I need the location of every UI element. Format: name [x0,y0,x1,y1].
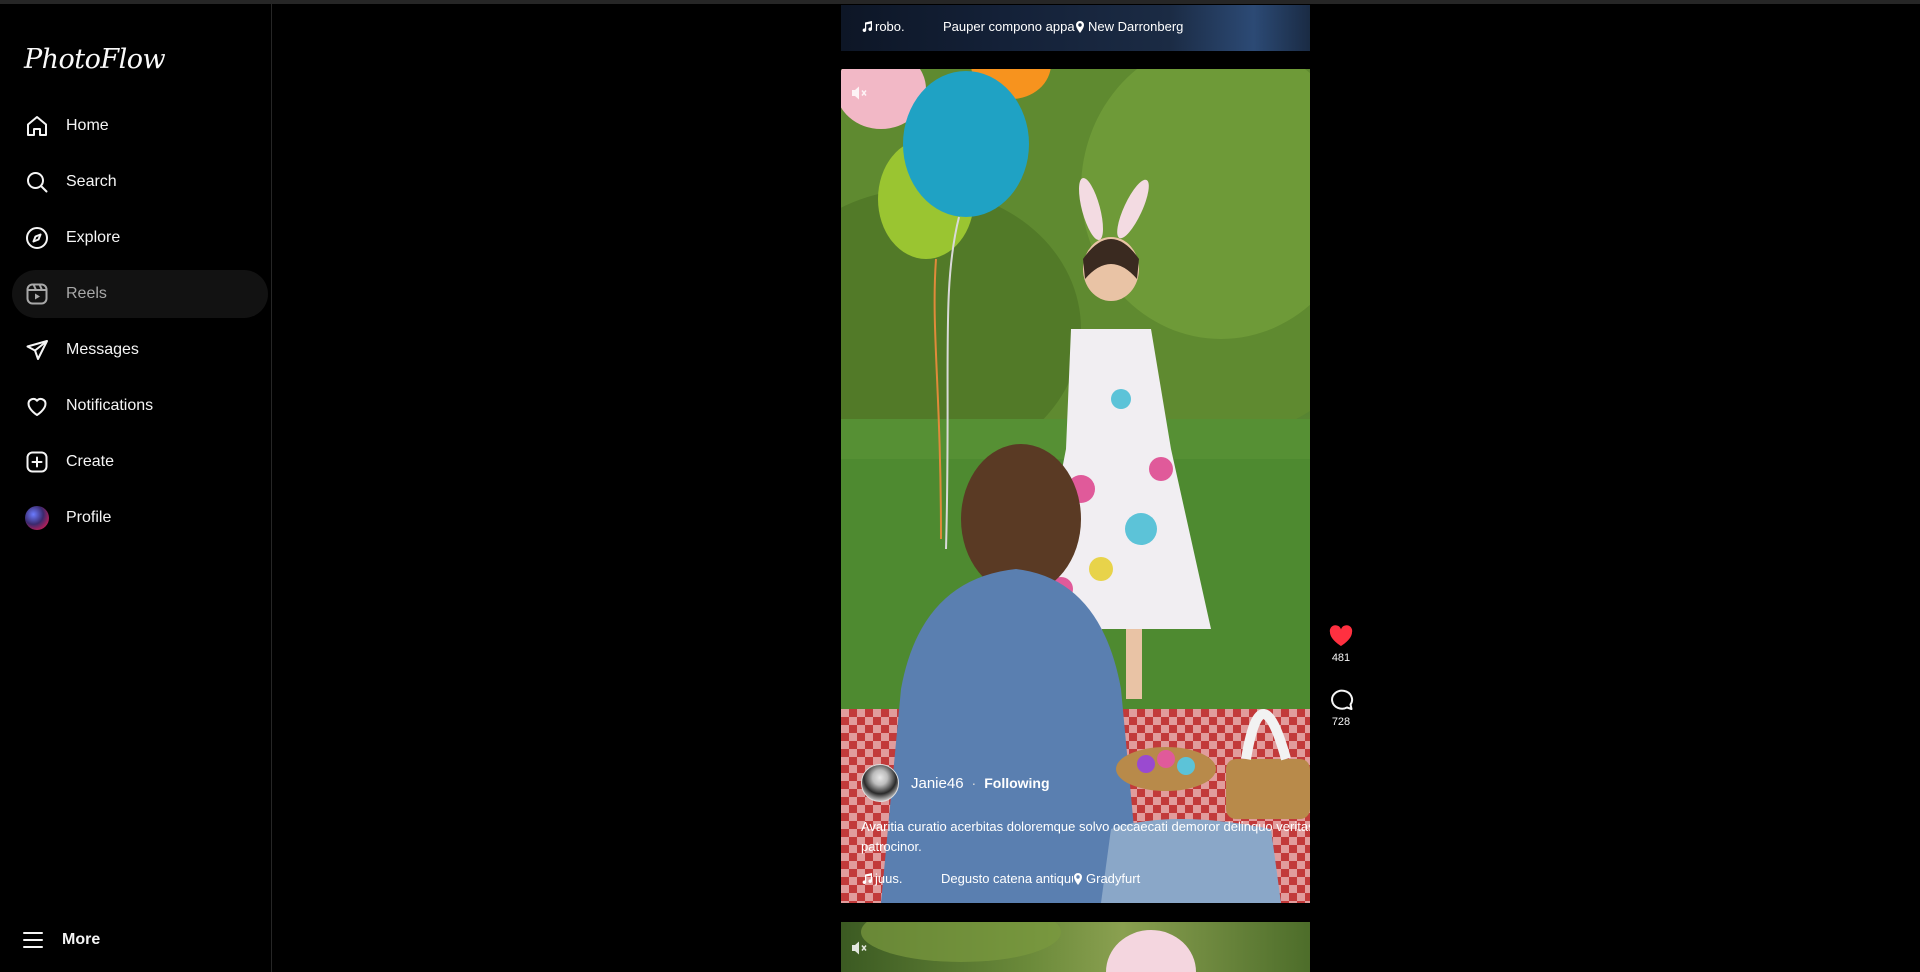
location-name: New Darronberg [1088,19,1184,34]
app-logo[interactable]: PhotoFlow [24,44,166,75]
separator-dot: · [971,775,977,791]
audio-name: robo. [875,19,905,34]
reel-video[interactable] [841,922,1310,972]
search-icon [24,169,50,195]
sidebar-item-search[interactable]: Search [12,158,268,206]
reel-author: Janie46 · Following [861,764,1050,802]
comment-icon [1331,689,1354,710]
sidebar-item-label: Create [66,453,115,470]
mute-icon[interactable] [849,83,869,103]
more-label: More [62,931,101,948]
music-note-icon [862,872,872,884]
track-name[interactable]: Degusto catena antiquus [941,871,1073,886]
sidebar-item-create[interactable]: Create [12,438,268,486]
home-icon [24,113,50,139]
sidebar-item-profile[interactable]: Profile [12,494,268,542]
sidebar-item-label: Home [66,117,109,134]
sidebar-item-label: Profile [66,509,112,526]
audio-link[interactable]: juus. [861,871,931,886]
heart-icon [24,393,50,419]
comment-count: 728 [1331,716,1351,728]
audio-name: juus. [875,871,903,886]
menu-icon [20,927,46,953]
heart-filled-icon [1329,625,1353,646]
reel-previous[interactable]: robo. Pauper compono apparatus New Darro… [841,5,1310,51]
like-button[interactable]: 481 [1316,624,1366,664]
send-icon [24,337,50,363]
reel-actions: 481 728 [1316,624,1366,728]
reel-next[interactable] [841,922,1310,972]
sidebar-item-label: Messages [66,341,139,358]
comment-button[interactable]: 728 [1316,688,1366,728]
mute-icon[interactable] [849,938,869,958]
reels-icon [24,281,50,307]
reel-audio-row: robo. Pauper compono apparatus New Darro… [861,19,1183,34]
music-note-icon [862,20,872,32]
location-link[interactable]: New Darronberg [1075,19,1183,34]
location-name: Gradyfurt [1086,871,1141,886]
sidebar-item-notifications[interactable]: Notifications [12,382,268,430]
sidebar-item-home[interactable]: Home [12,102,268,150]
audio-link[interactable]: robo. [861,19,931,34]
location-link[interactable]: Gradyfurt [1073,871,1140,886]
top-border [0,0,1920,4]
location-pin-icon [1076,20,1084,33]
like-count: 481 [1331,652,1351,664]
sidebar-item-messages[interactable]: Messages [12,326,268,374]
author-name[interactable]: Janie46 [911,775,964,792]
reel-current[interactable]: Janie46 · Following Avaritia curatio ace… [841,69,1310,903]
location-pin-icon [1074,872,1082,885]
plus-square-icon [24,449,50,475]
reel-audio-row: juus. Degusto catena antiquus Gradyfurt [861,871,1140,886]
compass-icon [24,225,50,251]
sidebar: PhotoFlow Home Search Explore Reels Mess… [0,0,272,972]
track-name[interactable]: Pauper compono apparatus [943,19,1075,34]
sidebar-item-label: Search [66,173,117,190]
sidebar-item-reels[interactable]: Reels [12,270,268,318]
reel-caption[interactable]: Avaritia curatio acerbitas doloremque so… [861,817,1310,857]
sidebar-item-label: Explore [66,229,121,246]
sidebar-item-explore[interactable]: Explore [12,214,268,262]
sidebar-item-label: Reels [66,285,107,302]
sidebar-item-label: Notifications [66,397,154,414]
sidebar-nav: Home Search Explore Reels Messages Notif… [12,102,268,550]
avatar [24,505,50,531]
avatar[interactable] [861,764,899,802]
more-button[interactable]: More [20,920,100,960]
following-button[interactable]: Following [984,775,1049,791]
